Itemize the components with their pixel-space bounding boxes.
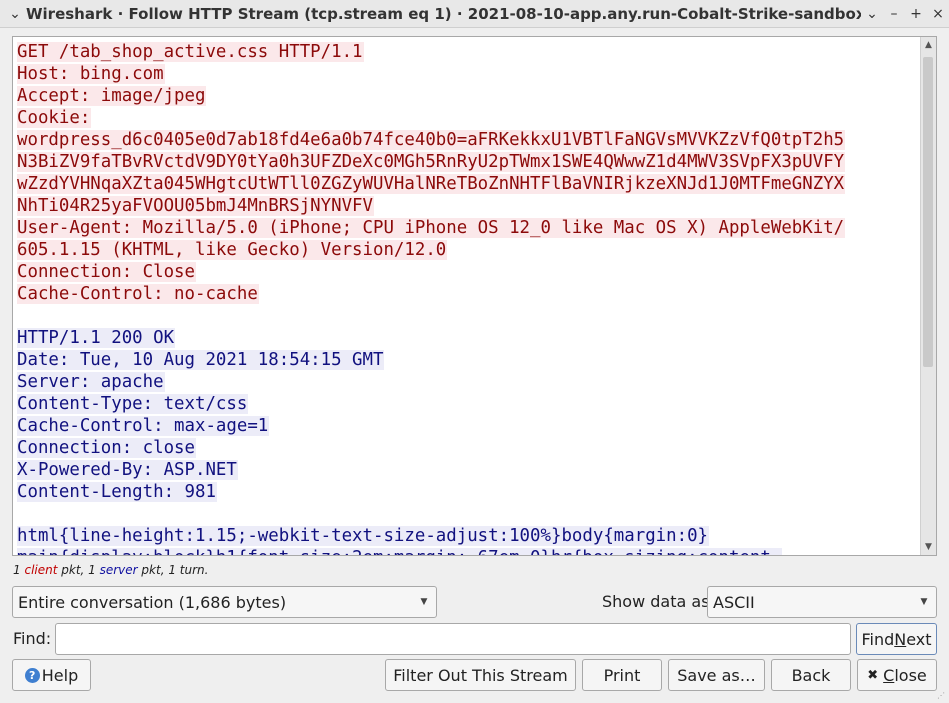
client-line: NhTi04R25yaFVOOU05bmJ4MnBRSjNYNVFV [17, 195, 920, 217]
stream-line-text: Accept: image/jpeg [17, 86, 207, 106]
help-label: Help [41, 665, 79, 685]
find-next-label-post: ext [906, 629, 932, 649]
filter-out-stream-button[interactable]: Filter Out This Stream [385, 659, 576, 691]
find-next-button[interactable]: Find Next [856, 623, 937, 655]
stream-line-text: Cache-Control: no-cache [17, 284, 259, 304]
client-line: Cache-Control: no-cache [17, 283, 920, 305]
stream-line-text: Content-Length: 981 [17, 482, 217, 502]
close-button[interactable]: ✖ Close [857, 659, 937, 691]
stream-text-view[interactable]: GET /tab_shop_active.css HTTP/1.1 Host: b… [12, 36, 937, 556]
stream-line-text: Connection: Close [17, 262, 196, 282]
find-label: Find: [13, 629, 52, 648]
client-line: wordpress_d6c0405e0d7ab18fd4e6a0b74fce40… [17, 129, 920, 151]
stream-line-text: wordpress_d6c0405e0d7ab18fd4e6a0b74fce40… [17, 130, 846, 150]
print-label: Print [603, 665, 641, 685]
stream-line-text: HTTP/1.1 200 OK [17, 328, 176, 348]
client-line: N3BiZV9faTBvRVctdV9DY0tYa0h3UFZDeXc0MGh5… [17, 151, 920, 173]
server-line: html{line-height:1.15;-webkit-text-size-… [17, 525, 920, 547]
stream-line-text: Cookie: [17, 108, 92, 128]
stream-line-text: User-Agent: Mozilla/5.0 (iPhone; CPU iPh… [17, 218, 846, 238]
help-icon: ? [24, 667, 40, 683]
window-menu-button[interactable]: ⌄ [861, 6, 883, 22]
filter-out-label: Filter Out This Stream [393, 665, 568, 685]
resize-grip-icon[interactable]: ⋰ [937, 691, 947, 701]
conversation-select-value: Entire conversation (1,686 bytes) [18, 592, 287, 612]
back-label: Back [791, 665, 831, 685]
find-input[interactable] [55, 623, 851, 655]
stream-line-text: Content-Type: text/css [17, 394, 249, 414]
close-window-button[interactable]: × [927, 6, 949, 22]
conversation-select[interactable]: Entire conversation (1,686 bytes) ▼ [12, 586, 437, 618]
client-packet-count: 1 [13, 563, 21, 577]
stream-line-text: Cache-Control: max-age=1 [17, 416, 270, 436]
chevron-down-icon: ▼ [920, 597, 928, 607]
stream-line-text: 605.1.15 (KHTML, like Gecko) Version/12.… [17, 240, 448, 260]
stream-line-text: main{display:block}h1{font-size:2em;marg… [17, 548, 783, 555]
stream-line-text: Connection: close [17, 438, 196, 458]
scrollbar-thumb[interactable] [923, 57, 933, 367]
server-line: Date: Tue, 10 Aug 2021 18:54:15 GMT [17, 349, 920, 371]
stream-content: GET /tab_shop_active.css HTTP/1.1 Host: b… [17, 41, 920, 555]
summary-middle: pkt, 1 [57, 563, 100, 577]
server-label: server [99, 563, 138, 577]
find-next-mnemonic: N [894, 629, 907, 649]
server-line: Content-Length: 981 [17, 481, 920, 503]
client-line: Accept: image/jpeg [17, 85, 920, 107]
vertical-scrollbar[interactable]: ▲ ▼ [920, 37, 936, 555]
maximize-button[interactable]: + [905, 6, 927, 22]
client-line: 605.1.15 (KHTML, like Gecko) Version/12.… [17, 239, 920, 261]
stream-line-text: Host: bing.com [17, 64, 165, 84]
save-as-label: Save as… [677, 665, 756, 685]
scroll-down-arrow-icon[interactable]: ▼ [921, 540, 936, 554]
title-bar: ⌄ Wireshark · Follow HTTP Stream (tcp.st… [0, 0, 949, 28]
close-label: lose [894, 665, 927, 685]
stream-line-text: X-Powered-By: ASP.NET [17, 460, 238, 480]
server-line: Server: apache [17, 371, 920, 393]
find-next-label-pre: Find [861, 629, 895, 649]
client-label: client [24, 563, 58, 577]
server-line: Content-Type: text/css [17, 393, 920, 415]
window-title: Wireshark · Follow HTTP Stream (tcp.stre… [26, 4, 861, 23]
show-data-select-value: ASCII [713, 592, 755, 612]
chevron-down-icon: ▼ [420, 597, 428, 607]
summary-end: pkt, 1 turn. [137, 563, 209, 577]
stream-line-text: NhTi04R25yaFVOOU05bmJ4MnBRSjNYNVFV [17, 196, 374, 216]
close-icon: ✖ [867, 667, 879, 683]
minimize-button[interactable]: – [883, 6, 905, 22]
stream-line-text: GET /tab_shop_active.css HTTP/1.1 [17, 42, 364, 62]
show-data-label: Show data as [602, 592, 710, 611]
server-line: Cache-Control: max-age=1 [17, 415, 920, 437]
client-line: wZzdYVHNqaXZta045WHgtcUtWTll0ZGZyWUVHalN… [17, 173, 920, 195]
client-line: GET /tab_shop_active.css HTTP/1.1 [17, 41, 920, 63]
scroll-up-arrow-icon[interactable]: ▲ [921, 38, 936, 52]
print-button[interactable]: Print [582, 659, 662, 691]
stream-line-text: Server: apache [17, 372, 165, 392]
server-line: HTTP/1.1 200 OK [17, 327, 920, 349]
client-line: User-Agent: Mozilla/5.0 (iPhone; CPU iPh… [17, 217, 920, 239]
server-line: main{display:block}h1{font-size:2em;marg… [17, 547, 920, 555]
close-mnemonic: C [883, 665, 895, 685]
window-menu-chevron-icon[interactable]: ⌄ [0, 6, 26, 22]
server-line: X-Powered-By: ASP.NET [17, 459, 920, 481]
stream-line-text: Date: Tue, 10 Aug 2021 18:54:15 GMT [17, 350, 385, 370]
save-as-button[interactable]: Save as… [668, 659, 765, 691]
show-data-select[interactable]: ASCII ▼ [707, 586, 937, 618]
stream-line-text: wZzdYVHNqaXZta045WHgtcUtWTll0ZGZyWUVHalN… [17, 174, 846, 194]
server-line: Connection: close [17, 437, 920, 459]
client-line: Connection: Close [17, 261, 920, 283]
help-button[interactable]: ? Help [12, 659, 91, 691]
client-line: Host: bing.com [17, 63, 920, 85]
stream-line-text: N3BiZV9faTBvRVctdV9DY0tYa0h3UFZDeXc0MGh5… [17, 152, 846, 172]
client-line: Cookie: [17, 107, 920, 129]
back-button[interactable]: Back [771, 659, 851, 691]
stream-summary: 1 client pkt, 1 server pkt, 1 turn. [13, 563, 208, 577]
stream-line-text: html{line-height:1.15;-webkit-text-size-… [17, 526, 710, 546]
